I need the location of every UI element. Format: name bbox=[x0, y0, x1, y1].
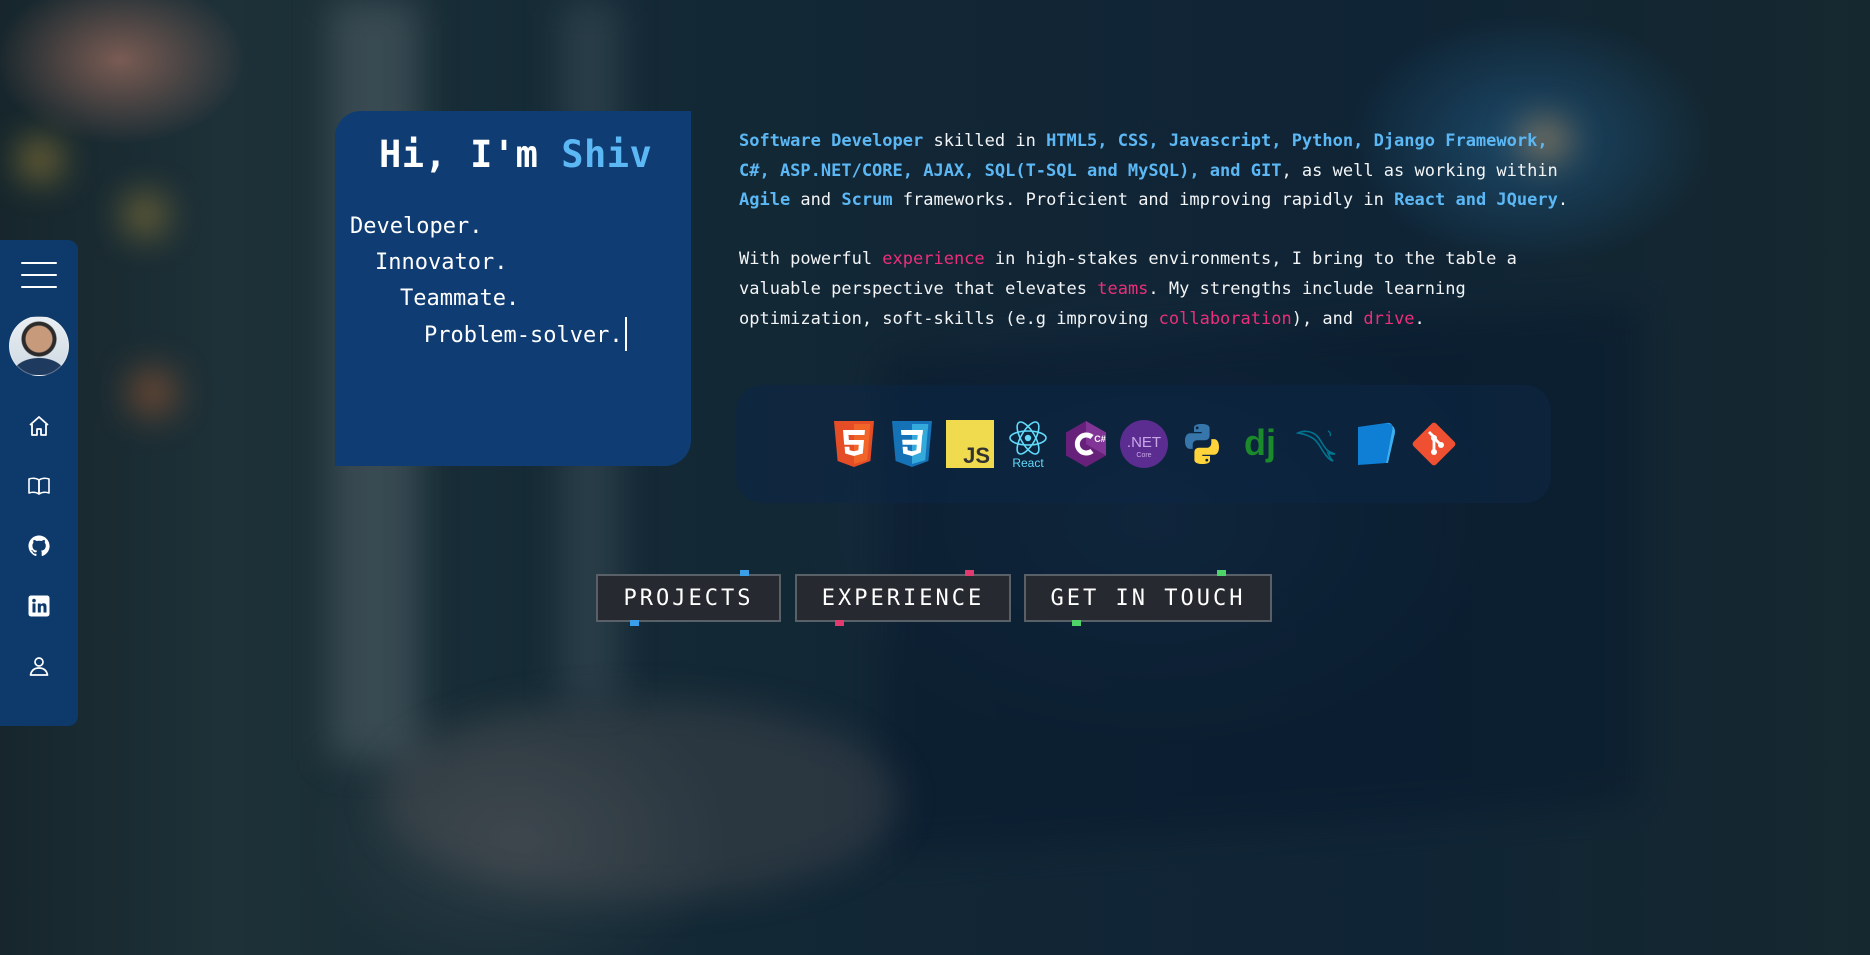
javascript-icon: JS bbox=[945, 419, 994, 469]
book-icon[interactable] bbox=[25, 472, 53, 500]
button-corner-accent bbox=[1217, 570, 1226, 576]
highlight-skill: Software Developer bbox=[739, 131, 924, 151]
experience-button[interactable]: EXPERIENCE bbox=[795, 570, 1011, 626]
highlight-skill: HTML5, CSS, Javascript, Python, Django F… bbox=[1046, 131, 1548, 151]
highlight-strength: collaboration bbox=[1158, 308, 1292, 329]
menu-icon[interactable] bbox=[21, 262, 57, 288]
projects-button[interactable]: PROJECTS bbox=[596, 570, 781, 626]
hero-card: Hi, I'm Shiv Developer. Innovator. Teamm… bbox=[335, 111, 691, 466]
background-light bbox=[20, 140, 60, 180]
paragraph-text: optimization, soft-skills (e.g improving bbox=[739, 308, 1159, 329]
git-icon bbox=[1410, 419, 1458, 469]
background-light bbox=[130, 370, 175, 415]
background-light bbox=[125, 195, 165, 235]
hero-title: Hi, I'm Shiv bbox=[379, 133, 652, 176]
highlight-strength: experience bbox=[882, 249, 985, 270]
typing-cursor bbox=[624, 317, 627, 351]
paragraph-text: in high-stakes environments, I bring to … bbox=[984, 249, 1517, 270]
get-in-touch-button-label: GET IN TOUCH bbox=[1050, 585, 1246, 611]
roles-list: Developer. Innovator. Teammate. Problem-… bbox=[350, 209, 627, 354]
paragraph-text: ), and bbox=[1291, 308, 1364, 329]
react-icon: React bbox=[1004, 419, 1052, 469]
user-icon[interactable] bbox=[25, 652, 53, 680]
csharp-icon: C# bbox=[1062, 419, 1110, 469]
paragraph-text: With powerful bbox=[739, 249, 883, 270]
highlight-skill: Scrum bbox=[841, 190, 893, 211]
highlight-strength: drive bbox=[1363, 308, 1415, 329]
role-item: Problem-solver. bbox=[350, 317, 627, 354]
button-corner-accent bbox=[740, 570, 749, 576]
highlight-strength: teams bbox=[1097, 278, 1149, 299]
hero-name: Shiv bbox=[561, 133, 653, 176]
get-in-touch-button[interactable]: GET IN TOUCH bbox=[1024, 570, 1272, 626]
button-corner-accent bbox=[835, 620, 844, 626]
highlight-skill: Agile bbox=[739, 190, 791, 211]
avatar[interactable] bbox=[9, 316, 69, 376]
role-item: Developer. bbox=[350, 214, 483, 239]
button-corner-accent bbox=[1072, 620, 1081, 626]
dotnet-core-icon: .NET Core bbox=[1119, 419, 1168, 469]
csharp-label: C# bbox=[1094, 434, 1106, 444]
django-icon: dj bbox=[1236, 419, 1284, 469]
highlight-skill: React and JQuery bbox=[1394, 190, 1558, 211]
azure-data-studio-icon bbox=[1352, 419, 1400, 469]
paragraph-text: , as well as working within bbox=[1281, 160, 1558, 181]
django-label: dj bbox=[1244, 422, 1276, 463]
sidebar bbox=[0, 240, 78, 726]
paragraph-text: skilled in bbox=[923, 131, 1047, 151]
react-label: React bbox=[1012, 456, 1044, 469]
paragraph-text: . My strengths include learning bbox=[1148, 278, 1466, 299]
button-corner-accent bbox=[630, 620, 639, 626]
about-paragraph: With powerful experience in high-stakes … bbox=[739, 245, 1839, 334]
role-item: Teammate. bbox=[400, 286, 520, 311]
css3-icon bbox=[888, 419, 936, 469]
dotnet-label: .NET bbox=[1126, 434, 1160, 451]
background-hand bbox=[380, 700, 900, 900]
mysql-icon bbox=[1294, 419, 1342, 469]
button-corner-accent bbox=[965, 570, 974, 576]
dotnet-sub-label: Core bbox=[1136, 452, 1151, 459]
paragraph-text: valuable perspective that elevates bbox=[739, 278, 1098, 299]
highlight-skill: C#, ASP.NET/CORE, AJAX, SQL(T-SQL and My… bbox=[739, 160, 1282, 181]
greeting-text: Hi, I'm bbox=[379, 133, 562, 176]
paragraph-text: frameworks. Proficient and improving rap… bbox=[892, 190, 1395, 211]
html5-icon bbox=[830, 419, 878, 469]
projects-button-label: PROJECTS bbox=[623, 585, 754, 611]
paragraph-text: . bbox=[1557, 190, 1569, 211]
role-item: Innovator. bbox=[375, 250, 508, 275]
linkedin-icon[interactable] bbox=[25, 592, 53, 620]
javascript-label: JS bbox=[963, 443, 990, 468]
about-paragraph: Software Developer skilled in HTML5, CSS… bbox=[739, 127, 1839, 216]
home-icon[interactable] bbox=[25, 412, 53, 440]
role-item-text: Problem-solver. bbox=[424, 323, 623, 348]
python-icon bbox=[1178, 419, 1226, 469]
paragraph-text: . bbox=[1414, 308, 1425, 329]
about-description: Software Developer skilled in HTML5, CSS… bbox=[739, 127, 1839, 364]
experience-button-label: EXPERIENCE bbox=[821, 585, 985, 611]
github-icon[interactable] bbox=[25, 532, 53, 560]
paragraph-text: and bbox=[790, 190, 842, 211]
tech-stack-panel: JS React C# .NET Core dj bbox=[736, 385, 1551, 503]
